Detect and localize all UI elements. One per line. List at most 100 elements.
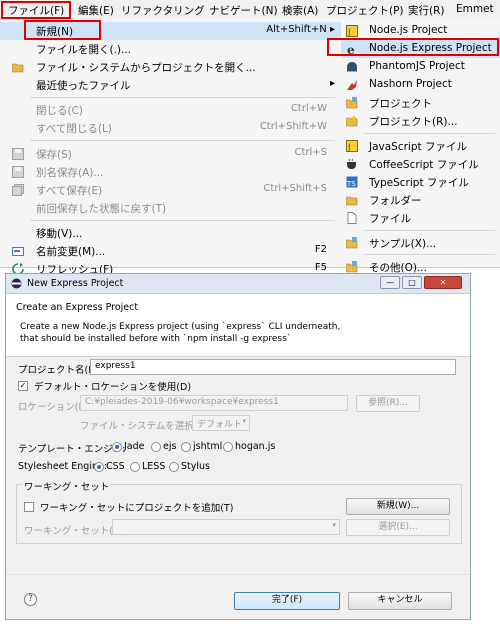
menu-search[interactable]: 検索(A) bbox=[282, 3, 318, 18]
menu-separator bbox=[363, 230, 495, 231]
select-working-set-button[interactable]: 選択(E)... bbox=[346, 519, 450, 536]
file-menu: 新規(N) Alt+Shift+N ▸ ファイルを開く(.)... ファイル・シ… bbox=[0, 19, 342, 276]
new-express-project-dialog: New Express Project — □ ✕ Create an Expr… bbox=[5, 273, 471, 620]
menu-run[interactable]: 実行(R) bbox=[408, 3, 445, 18]
save-all-icon bbox=[12, 184, 24, 196]
submenu-item-coffeescript-file[interactable]: CoffeeScript ファイル bbox=[341, 155, 500, 173]
submenu-item-phantomjs-project[interactable]: PhantomJS Project bbox=[341, 58, 500, 76]
template-jshtml-radio[interactable] bbox=[181, 442, 191, 452]
menu-item-revert[interactable]: 前回保存した状態に戻す(T) bbox=[0, 199, 341, 217]
menu-edit[interactable]: 編集(E) bbox=[78, 3, 114, 18]
minimize-button[interactable]: — bbox=[380, 276, 400, 289]
file-icon bbox=[346, 212, 358, 224]
cancel-button[interactable]: キャンセル bbox=[348, 592, 452, 610]
project-name-input[interactable]: express1 bbox=[90, 359, 456, 375]
maximize-button[interactable]: □ bbox=[402, 276, 422, 289]
menu-item-close[interactable]: 閉じる(C) Ctrl+W bbox=[0, 101, 341, 119]
submenu-item-project[interactable]: プロジェクト bbox=[341, 94, 500, 112]
highlight-new-item bbox=[24, 20, 101, 40]
chevron-down-icon: ▾ bbox=[242, 417, 246, 425]
coffee-icon bbox=[346, 158, 358, 170]
new-submenu: J Node.js Project e Node.js Express Proj… bbox=[341, 19, 500, 274]
template-jshtml-label: jshtml bbox=[193, 441, 223, 452]
dialog-title-bar: New Express Project — □ ✕ bbox=[6, 274, 470, 294]
add-working-set-checkbox[interactable] bbox=[24, 502, 34, 512]
close-button[interactable]: ✕ bbox=[424, 276, 462, 289]
menu-separator bbox=[363, 254, 495, 255]
stylesheet-stylus-radio[interactable] bbox=[169, 462, 179, 472]
menu-navigate[interactable]: ナビゲート(N) bbox=[209, 3, 278, 18]
menu-item-save-all[interactable]: すべて保存(E) Ctrl+Shift+S bbox=[0, 181, 341, 199]
footer-divider bbox=[6, 574, 470, 575]
project-wizard-icon bbox=[345, 115, 358, 127]
submenu-item-sample[interactable]: サンプル(X)... bbox=[341, 234, 500, 252]
stylesheet-less-radio[interactable] bbox=[130, 462, 140, 472]
highlight-file-menu bbox=[1, 1, 71, 19]
highlight-express-project bbox=[327, 38, 499, 56]
menu-item-save-as[interactable]: 別名保存(A)... bbox=[0, 163, 341, 181]
project-name-label: プロジェクト名(P): bbox=[18, 365, 101, 376]
svg-text:TS: TS bbox=[346, 180, 356, 188]
menu-project[interactable]: プロジェクト(P) bbox=[326, 3, 404, 18]
template-ejs-radio[interactable] bbox=[151, 442, 161, 452]
menu-refactor[interactable]: リファクタリング bbox=[121, 3, 205, 18]
sample-icon bbox=[345, 237, 358, 249]
menu-item-open-projects[interactable]: ファイル・システムからプロジェクトを開く... bbox=[0, 58, 341, 76]
folder-open-icon bbox=[11, 61, 24, 73]
folder-icon bbox=[345, 194, 358, 206]
location-input[interactable]: C:¥pleiades-2019-06¥workspace¥express1 bbox=[80, 395, 348, 411]
project-icon bbox=[345, 97, 358, 109]
menu-separator bbox=[30, 140, 335, 141]
menu-item-move[interactable]: 移動(V)... bbox=[0, 224, 341, 242]
template-hogan-radio[interactable] bbox=[223, 442, 233, 452]
rename-icon bbox=[12, 245, 24, 257]
submenu-item-folder[interactable]: フォルダー bbox=[341, 191, 500, 209]
other-icon bbox=[345, 261, 358, 273]
default-location-checkbox[interactable]: ✓ bbox=[18, 381, 28, 391]
new-working-set-button[interactable]: 新規(W)... bbox=[346, 498, 450, 515]
js-file-icon: J bbox=[346, 140, 358, 153]
help-icon[interactable]: ? bbox=[24, 593, 37, 606]
working-set-group-label: ワーキング・セット bbox=[22, 479, 112, 493]
menu-item-open-file[interactable]: ファイルを開く(.)... bbox=[0, 40, 341, 58]
phantom-icon bbox=[346, 61, 358, 73]
menu-separator bbox=[363, 133, 495, 134]
template-jade-radio[interactable] bbox=[112, 442, 122, 452]
save-as-icon bbox=[12, 166, 24, 178]
menu-item-recent-files[interactable]: 最近使ったファイル ▸ bbox=[0, 76, 341, 94]
menu-item-close-all[interactable]: すべて閉じる(L) Ctrl+Shift+W bbox=[0, 119, 341, 137]
default-location-label: デフォルト・ロケーションを使用(D) bbox=[34, 382, 192, 393]
template-jade-label: Jade bbox=[124, 441, 145, 452]
filesystem-value: デフォルト bbox=[197, 420, 243, 430]
submenu-item-project-wizard[interactable]: プロジェクト(R)... bbox=[341, 112, 500, 130]
submenu-item-file[interactable]: ファイル bbox=[341, 209, 500, 227]
wizard-description-line2: that should be installed before with `np… bbox=[20, 334, 292, 344]
menu-item-rename[interactable]: 名前変更(M)... F2 bbox=[0, 242, 341, 260]
template-ejs-label: ejs bbox=[163, 441, 177, 452]
menu-separator bbox=[30, 97, 335, 98]
stylesheet-less-label: LESS bbox=[142, 461, 166, 472]
submenu-item-nashorn-project[interactable]: Nashorn Project bbox=[341, 76, 500, 94]
template-hogan-label: hogan.js bbox=[235, 441, 276, 452]
filesystem-label: ファイル・システムを選択(Y): bbox=[80, 421, 211, 432]
finish-button[interactable]: 完了(F) bbox=[234, 592, 340, 610]
add-working-set-label: ワーキング・セットにプロジェクトを追加(T) bbox=[40, 503, 234, 514]
template-engine-label: テンプレート・エンジン: bbox=[18, 444, 126, 455]
eclipse-icon bbox=[11, 278, 22, 289]
stylesheet-css-radio[interactable] bbox=[94, 462, 104, 472]
dialog-title: New Express Project bbox=[27, 278, 124, 289]
stylesheet-css-label: CSS bbox=[106, 461, 125, 472]
wizard-header: Create an Express Project Create a new N… bbox=[6, 294, 470, 357]
menu-emmet[interactable]: Emmet bbox=[456, 3, 494, 15]
nashorn-icon bbox=[346, 79, 358, 91]
stylesheet-stylus-label: Stylus bbox=[181, 461, 210, 472]
menu-item-save[interactable]: 保存(S) Ctrl+S bbox=[0, 145, 341, 163]
working-set-select[interactable]: ▾ bbox=[112, 519, 340, 535]
save-icon bbox=[12, 148, 24, 160]
submenu-item-javascript-file[interactable]: J JavaScript ファイル bbox=[341, 137, 500, 155]
submenu-item-typescript-file[interactable]: TS TypeScript ファイル bbox=[341, 173, 500, 191]
browse-button[interactable]: 参照(R)... bbox=[356, 395, 420, 412]
filesystem-select[interactable]: デフォルト ▾ bbox=[192, 415, 250, 431]
wizard-title: Create an Express Project bbox=[16, 302, 139, 313]
svg-text:J: J bbox=[347, 143, 351, 152]
